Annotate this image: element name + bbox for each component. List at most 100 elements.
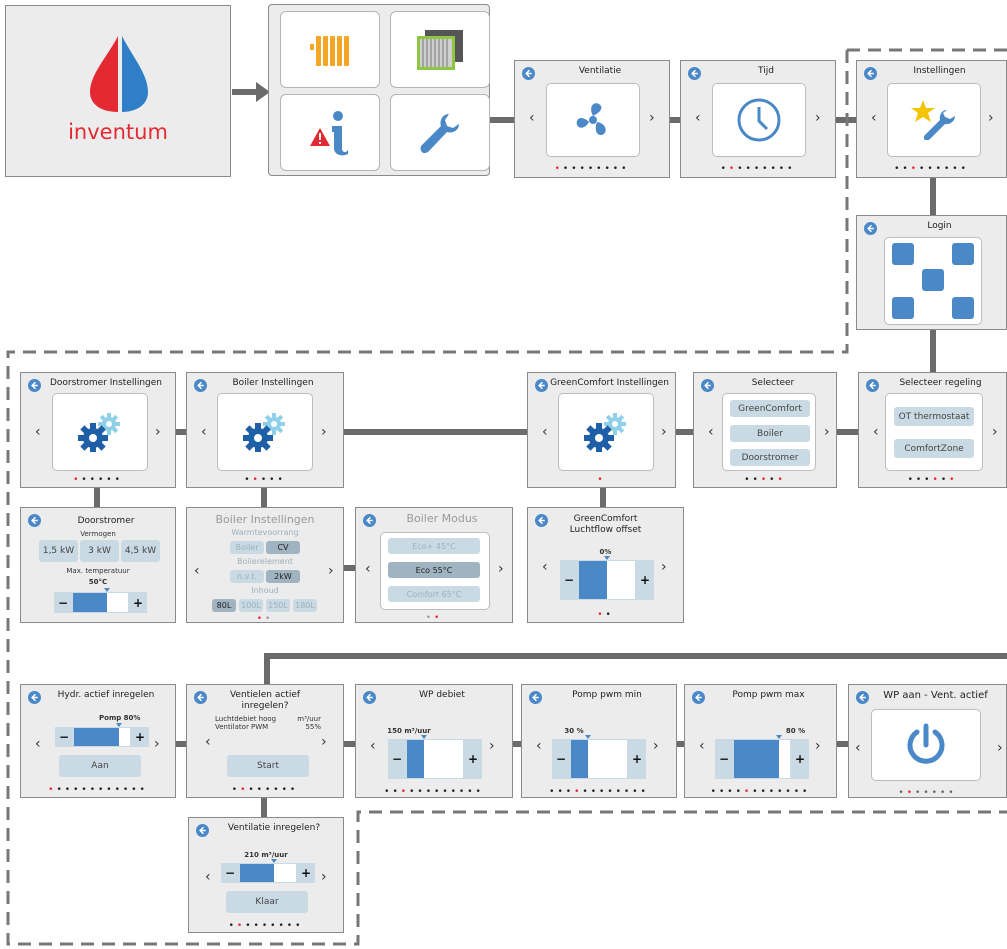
pump-slider[interactable] [73, 723, 131, 747]
menu-tile-filter[interactable] [390, 11, 490, 88]
back-arrow-icon[interactable] [864, 222, 877, 235]
back-arrow-icon[interactable] [194, 691, 207, 704]
chevron-right-icon[interactable]: › [328, 564, 334, 578]
increase-button[interactable]: + [628, 739, 646, 779]
back-arrow-icon[interactable] [363, 514, 376, 527]
chevron-left-icon[interactable]: ‹ [708, 425, 714, 439]
option-100l[interactable]: 100L [239, 599, 263, 612]
increase-button[interactable]: + [129, 592, 147, 613]
chevron-right-icon[interactable]: › [321, 870, 327, 884]
chevron-left-icon[interactable]: ‹ [695, 111, 701, 125]
back-arrow-icon[interactable] [363, 691, 376, 704]
chevron-left-icon[interactable]: ‹ [529, 111, 535, 125]
decrease-button[interactable]: − [54, 592, 72, 613]
aan-button[interactable]: Aan [59, 755, 141, 777]
increase-button[interactable]: + [636, 560, 654, 600]
menu-tile-heating[interactable] [280, 11, 380, 88]
back-arrow-icon[interactable] [28, 514, 41, 527]
pwm-min-slider[interactable] [570, 735, 628, 779]
decrease-button[interactable]: − [552, 739, 570, 779]
debiet-slider[interactable] [406, 735, 464, 779]
pwm-max-slider[interactable] [733, 735, 791, 779]
option-ot-thermostaat[interactable]: OT thermostaat [894, 407, 974, 426]
option-eco[interactable]: Eco 55°C [388, 562, 480, 578]
decrease-button[interactable]: − [715, 739, 733, 779]
option-cv[interactable]: CV [266, 541, 300, 554]
back-arrow-icon[interactable] [866, 379, 879, 392]
chevron-right-icon[interactable]: › [489, 739, 495, 753]
back-arrow-icon[interactable] [194, 379, 207, 392]
chevron-left-icon[interactable]: ‹ [542, 560, 548, 574]
chevron-right-icon[interactable]: › [321, 735, 327, 749]
option-180l[interactable]: 180L [293, 599, 317, 612]
chevron-left-icon[interactable]: ‹ [35, 425, 41, 439]
chevron-right-icon[interactable]: › [653, 739, 659, 753]
chevron-left-icon[interactable]: ‹ [855, 741, 861, 755]
option-1-5-kw[interactable]: 1,5 kW [39, 540, 78, 562]
chevron-left-icon[interactable]: ‹ [201, 425, 207, 439]
back-arrow-icon[interactable] [522, 67, 535, 80]
option-comfortzone[interactable]: ComfortZone [894, 439, 974, 458]
back-arrow-icon[interactable] [535, 514, 548, 527]
back-arrow-icon[interactable] [535, 379, 548, 392]
option-boiler[interactable]: Boiler [230, 541, 264, 554]
back-arrow-icon[interactable] [28, 379, 41, 392]
back-arrow-icon[interactable] [196, 824, 209, 837]
chevron-right-icon[interactable]: › [997, 741, 1003, 755]
power-button-panel[interactable] [871, 709, 981, 781]
increase-button[interactable]: + [791, 739, 809, 779]
chevron-left-icon[interactable]: ‹ [536, 739, 542, 753]
chevron-left-icon[interactable]: ‹ [205, 870, 211, 884]
decrease-button[interactable]: − [221, 863, 239, 883]
chevron-right-icon[interactable]: › [661, 560, 667, 574]
option-2kw[interactable]: 2kW [266, 570, 300, 583]
temperature-slider[interactable] [72, 588, 129, 613]
start-button[interactable]: Start [227, 755, 309, 777]
option-150l[interactable]: 150L [266, 599, 290, 612]
chevron-left-icon[interactable]: ‹ [871, 111, 877, 125]
offset-slider[interactable] [578, 556, 636, 600]
chevron-right-icon[interactable]: › [988, 111, 994, 125]
chevron-right-icon[interactable]: › [154, 737, 160, 751]
chevron-right-icon[interactable]: › [815, 111, 821, 125]
back-arrow-icon[interactable] [529, 691, 542, 704]
chevron-right-icon[interactable]: › [498, 562, 504, 576]
chevron-left-icon[interactable]: ‹ [205, 735, 211, 749]
chevron-right-icon[interactable]: › [661, 425, 667, 439]
option-nvt[interactable]: n.v.t. [230, 570, 264, 583]
back-arrow-icon[interactable] [864, 67, 877, 80]
increase-button[interactable]: + [464, 739, 482, 779]
decrease-button[interactable]: − [55, 727, 73, 747]
chevron-right-icon[interactable]: › [321, 425, 327, 439]
instellingen-icon-panel[interactable] [887, 83, 981, 157]
menu-tile-info[interactable] [280, 94, 380, 171]
chevron-right-icon[interactable]: › [649, 111, 655, 125]
chevron-left-icon[interactable]: ‹ [365, 562, 371, 576]
back-arrow-icon[interactable] [856, 691, 869, 704]
option-80l[interactable]: 80L [212, 599, 236, 612]
chevron-right-icon[interactable]: › [824, 425, 830, 439]
back-arrow-icon[interactable] [688, 67, 701, 80]
option-doorstromer[interactable]: Doorstromer [730, 449, 810, 466]
option-comfort[interactable]: Comfort 65°C [388, 586, 480, 602]
chevron-right-icon[interactable]: › [815, 739, 821, 753]
option-greencomfort[interactable]: GreenComfort [730, 400, 810, 417]
decrease-button[interactable]: − [560, 560, 578, 600]
chevron-right-icon[interactable]: › [155, 425, 161, 439]
increase-button[interactable]: + [131, 727, 149, 747]
chevron-right-icon[interactable]: › [992, 425, 998, 439]
greencomfort-icon-panel[interactable] [558, 393, 654, 471]
klaar-button[interactable]: Klaar [226, 891, 308, 913]
chevron-left-icon[interactable]: ‹ [194, 564, 200, 578]
option-3-kw[interactable]: 3 kW [80, 540, 119, 562]
decrease-button[interactable]: − [388, 739, 406, 779]
ventilatie-icon-panel[interactable] [546, 83, 640, 157]
option-boiler[interactable]: Boiler [730, 425, 810, 442]
increase-button[interactable]: + [297, 863, 315, 883]
chevron-left-icon[interactable]: ‹ [699, 739, 705, 753]
back-arrow-icon[interactable] [692, 691, 705, 704]
chevron-left-icon[interactable]: ‹ [370, 739, 376, 753]
chevron-left-icon[interactable]: ‹ [873, 425, 879, 439]
option-eco-plus[interactable]: Eco+ 45°C [388, 538, 480, 554]
debiet-slider[interactable] [239, 859, 297, 883]
